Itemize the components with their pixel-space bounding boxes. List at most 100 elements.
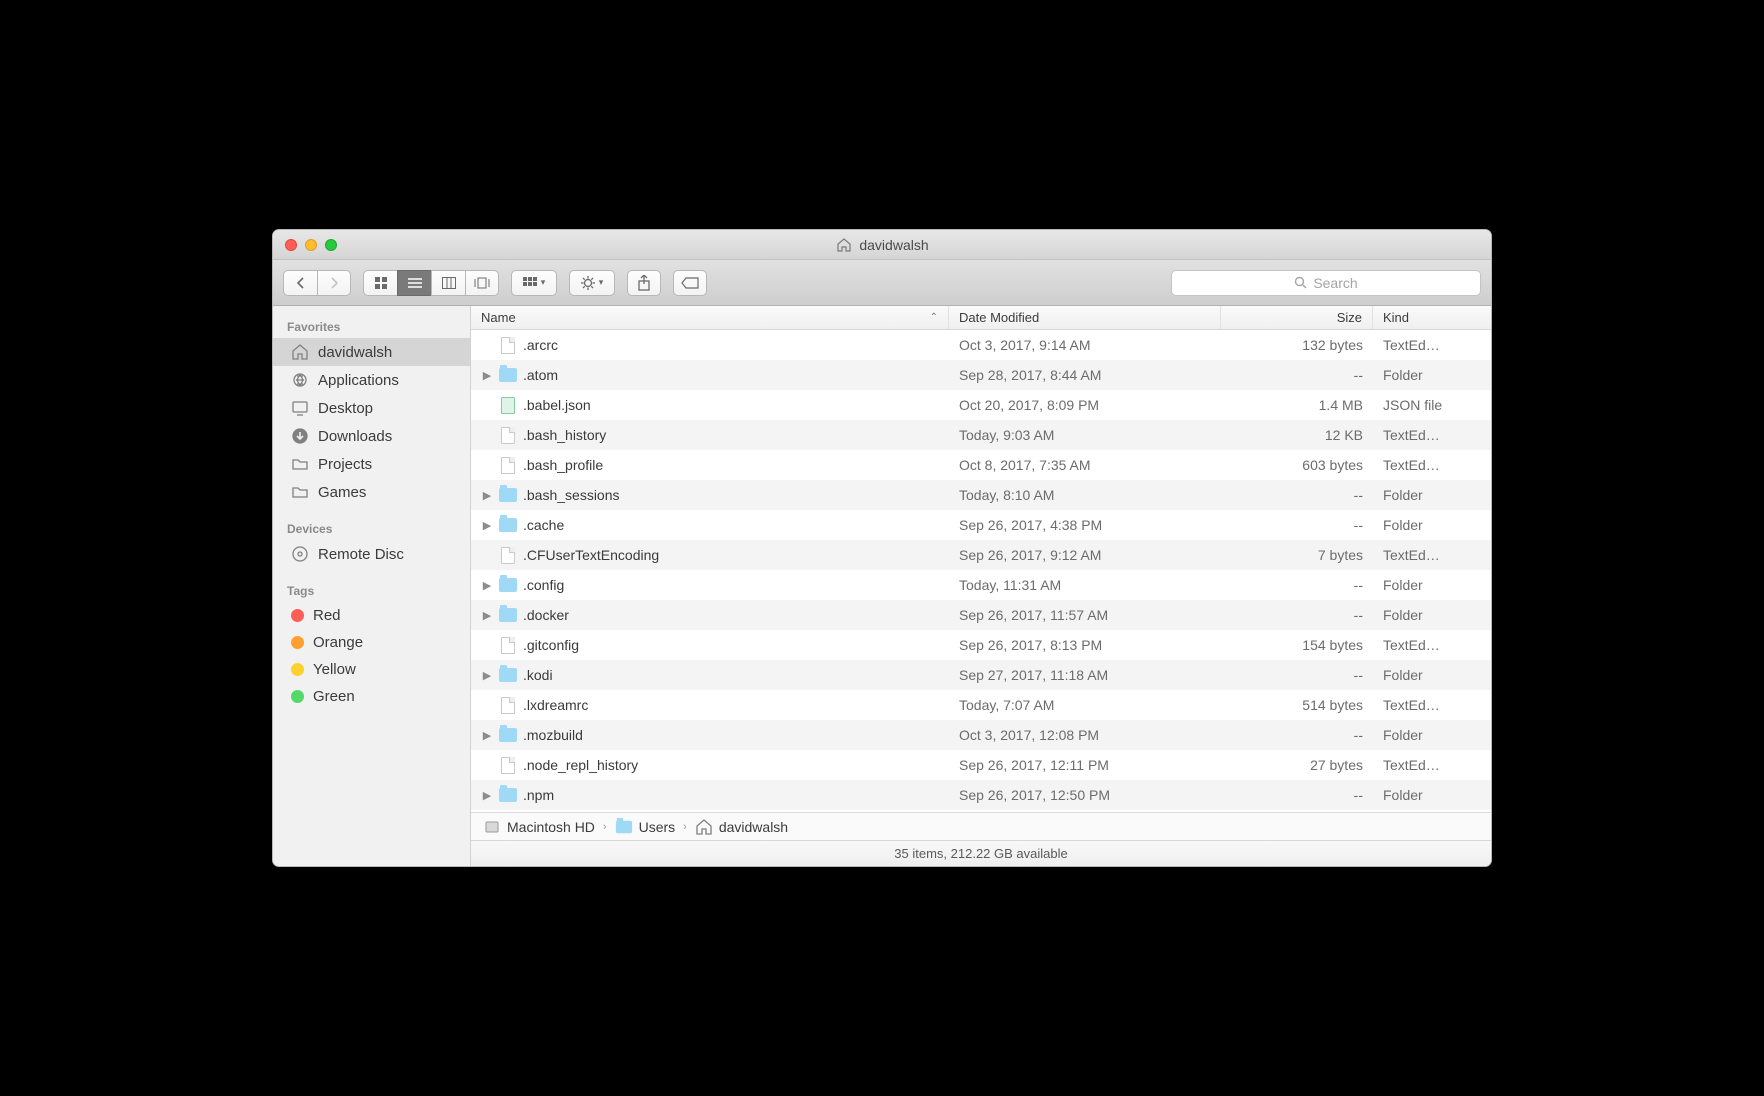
file-row[interactable]: .babel.jsonOct 20, 2017, 8:09 PM1.4 MBJS… bbox=[471, 390, 1491, 420]
sidebar: Favorites davidwalshApplicationsDesktopD… bbox=[273, 306, 471, 866]
file-kind: Folder bbox=[1373, 787, 1491, 803]
file-row[interactable]: .CFUserTextEncodingSep 26, 2017, 9:12 AM… bbox=[471, 540, 1491, 570]
file-list: Name ⌃ Date Modified Size Kind .arcrc Oct… bbox=[471, 306, 1491, 866]
sidebar-item-projects[interactable]: Projects bbox=[273, 450, 470, 478]
file-date: Today, 9:03 AM bbox=[949, 427, 1221, 443]
file-name: .cache bbox=[523, 517, 564, 533]
arrange-button[interactable]: ▾ bbox=[511, 270, 557, 296]
file-date: Oct 3, 2017, 9:14 AM bbox=[949, 337, 1221, 353]
search-field[interactable]: Search bbox=[1171, 270, 1481, 296]
home-icon bbox=[835, 236, 853, 254]
sidebar-item-remote-disc[interactable]: Remote Disc bbox=[273, 540, 470, 568]
file-name: .CFUserTextEncoding bbox=[523, 547, 659, 563]
sidebar-tag-orange[interactable]: Orange bbox=[273, 629, 470, 656]
sidebar-tag-red[interactable]: Red bbox=[273, 602, 470, 629]
file-name: .kodi bbox=[523, 667, 553, 683]
file-row[interactable]: ▶.kodiSep 27, 2017, 11:18 AM--Folder bbox=[471, 660, 1491, 690]
column-kind[interactable]: Kind bbox=[1373, 306, 1491, 329]
file-size: 603 bytes bbox=[1221, 457, 1373, 473]
coverflow-view-button[interactable] bbox=[465, 270, 499, 296]
file-row[interactable]: .bash_historyToday, 9:03 AM12 KBTextEd… bbox=[471, 420, 1491, 450]
sidebar-item-davidwalsh[interactable]: davidwalsh bbox=[273, 338, 470, 366]
file-kind: Folder bbox=[1373, 727, 1491, 743]
file-size: -- bbox=[1221, 517, 1373, 533]
tag-dot-icon bbox=[291, 663, 304, 676]
file-kind: Folder bbox=[1373, 517, 1491, 533]
disclosure-triangle-icon[interactable]: ▶ bbox=[481, 729, 493, 742]
column-name[interactable]: Name ⌃ bbox=[471, 306, 949, 329]
disclosure-triangle-icon[interactable]: ▶ bbox=[481, 579, 493, 592]
file-row[interactable]: ▶.mozbuildOct 3, 2017, 12:08 PM--Folder bbox=[471, 720, 1491, 750]
file-row[interactable]: ▶.atomSep 28, 2017, 8:44 AM--Folder bbox=[471, 360, 1491, 390]
file-row[interactable]: ▶.dockerSep 26, 2017, 11:57 AM--Folder bbox=[471, 600, 1491, 630]
file-row[interactable]: ▶.npmSep 26, 2017, 12:50 PM--Folder bbox=[471, 780, 1491, 810]
icon-view-button[interactable] bbox=[363, 270, 397, 296]
column-date[interactable]: Date Modified bbox=[949, 306, 1221, 329]
home-icon bbox=[291, 343, 309, 361]
disclosure-triangle-icon[interactable]: ▶ bbox=[481, 369, 493, 382]
sidebar-item-label: Green bbox=[313, 688, 355, 705]
file-date: Sep 28, 2017, 8:44 AM bbox=[949, 367, 1221, 383]
file-row[interactable]: ▶.bash_sessionsToday, 8:10 AM--Folder bbox=[471, 480, 1491, 510]
window-title-text: davidwalsh bbox=[859, 237, 928, 253]
file-name: .arcrc bbox=[523, 337, 558, 353]
file-name: .docker bbox=[523, 607, 569, 623]
file-row[interactable]: .gitconfigSep 26, 2017, 8:13 PM154 bytes… bbox=[471, 630, 1491, 660]
file-name: .lxdreamrc bbox=[523, 697, 588, 713]
disclosure-triangle-icon[interactable]: ▶ bbox=[481, 489, 493, 502]
share-button[interactable] bbox=[627, 270, 661, 296]
file-row[interactable]: .node_repl_historySep 26, 2017, 12:11 PM… bbox=[471, 750, 1491, 780]
file-date: Sep 26, 2017, 12:50 PM bbox=[949, 787, 1221, 803]
disclosure-triangle-icon[interactable]: ▶ bbox=[481, 669, 493, 682]
folder-icon bbox=[499, 486, 517, 504]
file-row[interactable]: ▶.cacheSep 26, 2017, 4:38 PM--Folder bbox=[471, 510, 1491, 540]
minimize-window-button[interactable] bbox=[305, 239, 317, 251]
sidebar-item-downloads[interactable]: Downloads bbox=[273, 422, 470, 450]
zoom-window-button[interactable] bbox=[325, 239, 337, 251]
back-button[interactable] bbox=[283, 270, 317, 296]
tags-button[interactable] bbox=[673, 270, 707, 296]
file-date: Oct 20, 2017, 8:09 PM bbox=[949, 397, 1221, 413]
disclosure-triangle-icon[interactable]: ▶ bbox=[481, 519, 493, 532]
list-view-button[interactable] bbox=[397, 270, 431, 296]
folder-icon bbox=[291, 483, 309, 501]
file-size: 1.4 MB bbox=[1221, 397, 1373, 413]
favorites-heading: Favorites bbox=[273, 314, 470, 338]
sidebar-item-desktop[interactable]: Desktop bbox=[273, 394, 470, 422]
file-size: 27 bytes bbox=[1221, 757, 1373, 773]
file-name: .gitconfig bbox=[523, 637, 579, 653]
sidebar-tag-green[interactable]: Green bbox=[273, 683, 470, 710]
path-bar: Macintosh HD›Users›davidwalsh bbox=[471, 812, 1491, 840]
path-crumb-davidwalsh[interactable]: davidwalsh bbox=[695, 818, 788, 836]
column-headers: Name ⌃ Date Modified Size Kind bbox=[471, 306, 1491, 330]
sidebar-item-games[interactable]: Games bbox=[273, 478, 470, 506]
column-size[interactable]: Size bbox=[1221, 306, 1373, 329]
sidebar-item-label: Projects bbox=[318, 456, 372, 473]
forward-button[interactable] bbox=[317, 270, 351, 296]
file-kind: TextEd… bbox=[1373, 337, 1491, 353]
file-size: -- bbox=[1221, 487, 1373, 503]
file-kind: Folder bbox=[1373, 577, 1491, 593]
sidebar-tag-yellow[interactable]: Yellow bbox=[273, 656, 470, 683]
file-row[interactable]: .bash_profileOct 8, 2017, 7:35 AM603 byt… bbox=[471, 450, 1491, 480]
file-date: Oct 8, 2017, 7:35 AM bbox=[949, 457, 1221, 473]
file-row[interactable]: ▶.configToday, 11:31 AM--Folder bbox=[471, 570, 1491, 600]
close-window-button[interactable] bbox=[285, 239, 297, 251]
file-row[interactable]: .arcrcOct 3, 2017, 9:14 AM132 bytesTextE… bbox=[471, 330, 1491, 360]
sidebar-item-applications[interactable]: Applications bbox=[273, 366, 470, 394]
path-crumb-macintosh-hd[interactable]: Macintosh HD bbox=[483, 818, 595, 836]
tag-dot-icon bbox=[291, 690, 304, 703]
action-button[interactable]: ▾ bbox=[569, 270, 615, 296]
file-row[interactable]: .lxdreamrcToday, 7:07 AM514 bytesTextEd… bbox=[471, 690, 1491, 720]
disclosure-triangle-icon[interactable]: ▶ bbox=[481, 789, 493, 802]
disclosure-triangle-icon[interactable]: ▶ bbox=[481, 609, 493, 622]
path-crumb-users[interactable]: Users bbox=[615, 818, 676, 836]
column-view-button[interactable] bbox=[431, 270, 465, 296]
finder-window: davidwalsh bbox=[272, 229, 1492, 867]
file-kind: Folder bbox=[1373, 667, 1491, 683]
toolbar: ▾ ▾ Search bbox=[273, 260, 1491, 306]
tag-dot-icon bbox=[291, 636, 304, 649]
json-file-icon bbox=[499, 396, 517, 414]
file-kind: TextEd… bbox=[1373, 757, 1491, 773]
folder-icon bbox=[499, 666, 517, 684]
